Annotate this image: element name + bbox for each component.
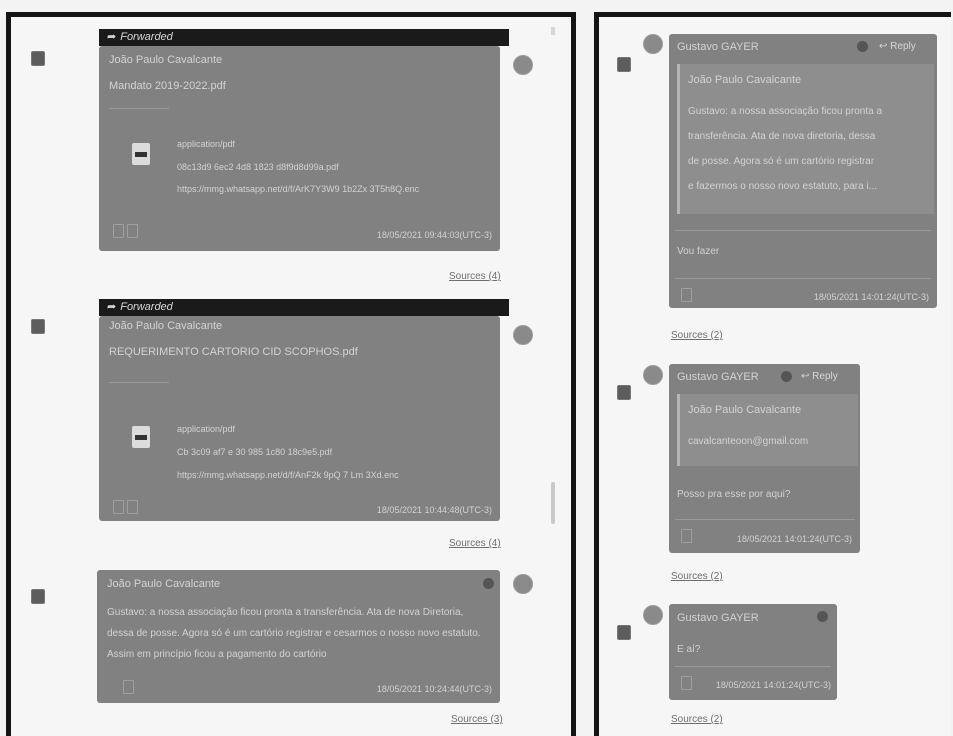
scrollbar-thumb[interactable] — [551, 482, 555, 524]
quote-text-line: de posse. Agora só é um cartório registr… — [688, 156, 875, 167]
file-local-name: Cb 3c09 af7 e 30 985 1c80 18c9e5.pdf — [177, 447, 333, 457]
select-checkbox-icon[interactable] — [31, 589, 45, 604]
message-bubble[interactable]: Gustavo GAYER ↩ Reply João Paulo Cavalca… — [669, 364, 860, 553]
divider — [109, 382, 169, 383]
file-url[interactable]: https://mmg.whatsapp.net/d/f/ArK7Y3W9 1b… — [177, 184, 493, 194]
media-icon — [113, 224, 124, 238]
divider — [675, 519, 855, 520]
media-icon — [681, 676, 692, 690]
info-icon[interactable] — [781, 371, 792, 382]
media-icon — [681, 288, 692, 302]
quote-text-line: transferência. Ata de nova diretoria, de… — [688, 131, 876, 142]
message-sender: João Paulo Cavalcante — [107, 578, 221, 590]
attachment-filename[interactable]: REQUERIMENTO CARTORIO CID SCOPHOS.pdf — [109, 346, 358, 358]
sources-link[interactable]: Sources (4) — [449, 271, 501, 282]
info-icon[interactable] — [483, 578, 494, 589]
file-local-name: 08c13d9 6ec2 4d8 1823 d8f9d8d99a.pdf — [177, 162, 339, 172]
reply-button[interactable]: ↩ Reply — [879, 41, 916, 52]
sources-link[interactable]: Sources (3) — [451, 714, 503, 725]
message-bubble[interactable]: João Paulo Cavalcante Gustavo: a nossa a… — [97, 570, 500, 703]
select-checkbox-icon[interactable] — [617, 57, 631, 72]
select-checkbox-icon[interactable] — [31, 51, 45, 66]
media-icon — [113, 500, 124, 514]
forward-arrow-icon: ➦ — [107, 31, 117, 43]
avatar — [643, 34, 663, 54]
message-sender: João Paulo Cavalcante — [109, 320, 223, 332]
forwarded-bar: ➦ Forwarded — [99, 29, 509, 46]
quoted-message[interactable]: João Paulo Cavalcante cavalcanteoon@gmai… — [677, 394, 858, 466]
message-sender: Gustavo GAYER — [677, 41, 759, 53]
quoted-message[interactable]: João Paulo Cavalcante Gustavo: a nossa a… — [677, 64, 934, 214]
media-icon — [127, 224, 138, 238]
sources-link[interactable]: Sources (2) — [671, 571, 723, 582]
message-sender: Gustavo GAYER — [677, 612, 759, 624]
right-chat-panel: Gustavo GAYER ↩ Reply João Paulo Cavalca… — [594, 12, 951, 736]
left-chat-panel: ➦ Forwarded João Paulo Cavalcante Mandato… — [6, 12, 576, 736]
media-icon — [681, 529, 692, 543]
message-bubble[interactable]: Gustavo GAYER E aí? 18/05/2021 14:01:24(… — [669, 604, 837, 700]
quote-text: cavalcanteoon@gmail.com — [688, 436, 809, 447]
message-timestamp: 18/05/2021 10:44:48(UTC-3) — [376, 505, 492, 515]
message-text: Posso pra esse por aqui? — [677, 489, 791, 500]
sources-link[interactable]: Sources (4) — [449, 538, 501, 549]
divider — [109, 108, 169, 109]
sources-link[interactable]: Sources (2) — [671, 714, 723, 725]
message-sender: Gustavo GAYER — [677, 371, 759, 383]
attachment-filename[interactable]: Mandato 2019-2022.pdf — [109, 80, 226, 92]
divider — [675, 230, 931, 231]
select-checkbox-icon[interactable] — [617, 625, 631, 640]
quote-sender: João Paulo Cavalcante — [688, 404, 802, 416]
file-url[interactable]: https://mmg.whatsapp.net/d/f/AnF2k 9pQ 7… — [177, 470, 493, 480]
message-timestamp: 18/05/2021 14:01:24(UTC-3) — [736, 534, 852, 544]
quote-text-line: e fazermos o nosso novo estatuto, para i… — [688, 181, 877, 192]
message-text: Gustavo: a nossa associação ficou pronta… — [107, 607, 481, 660]
select-checkbox-icon[interactable] — [31, 319, 45, 334]
reply-button[interactable]: ↩ Reply — [801, 371, 838, 382]
info-icon[interactable] — [857, 41, 868, 52]
info-icon[interactable] — [817, 611, 828, 622]
pdf-file-icon[interactable] — [132, 426, 150, 448]
message-text: E aí? — [677, 644, 701, 655]
sources-link[interactable]: Sources (2) — [671, 330, 723, 341]
avatar — [513, 325, 533, 345]
select-checkbox-icon[interactable] — [617, 385, 631, 400]
media-icon — [123, 680, 134, 694]
message-bubble[interactable]: João Paulo Cavalcante REQUERIMENTO CARTO… — [99, 316, 500, 521]
file-mime: application/pdf — [177, 139, 236, 149]
media-icon — [127, 500, 138, 514]
avatar — [643, 605, 663, 625]
message-timestamp: 18/05/2021 14:01:24(UTC-3) — [715, 680, 831, 690]
forwarded-bar: ➦ Forwarded — [99, 299, 509, 316]
avatar — [513, 55, 533, 75]
quote-sender: João Paulo Cavalcante — [688, 74, 802, 86]
pdf-file-icon[interactable] — [132, 143, 150, 165]
message-bubble[interactable]: João Paulo Cavalcante Mandato 2019-2022.… — [99, 46, 500, 251]
message-timestamp: 18/05/2021 14:01:24(UTC-3) — [813, 292, 929, 302]
file-mime: application/pdf — [177, 424, 236, 434]
message-bubble[interactable]: Gustavo GAYER ↩ Reply João Paulo Cavalca… — [669, 34, 937, 308]
avatar — [513, 574, 533, 594]
quote-text-line: Gustavo: a nossa associação ficou pronta… — [688, 106, 883, 117]
forward-arrow-icon: ➦ — [107, 301, 117, 313]
message-timestamp: 18/05/2021 10:24:44(UTC-3) — [376, 684, 492, 694]
message-text: Vou fazer — [677, 246, 720, 257]
message-timestamp: 18/05/2021 09:44:03(UTC-3) — [376, 230, 492, 240]
reply-arrow-icon: ↩ — [801, 371, 813, 382]
message-sender: João Paulo Cavalcante — [109, 54, 223, 66]
avatar — [643, 365, 663, 385]
divider — [675, 666, 831, 667]
divider — [675, 278, 931, 279]
scrollbar-top[interactable] — [551, 27, 555, 35]
reply-arrow-icon: ↩ — [879, 41, 891, 52]
